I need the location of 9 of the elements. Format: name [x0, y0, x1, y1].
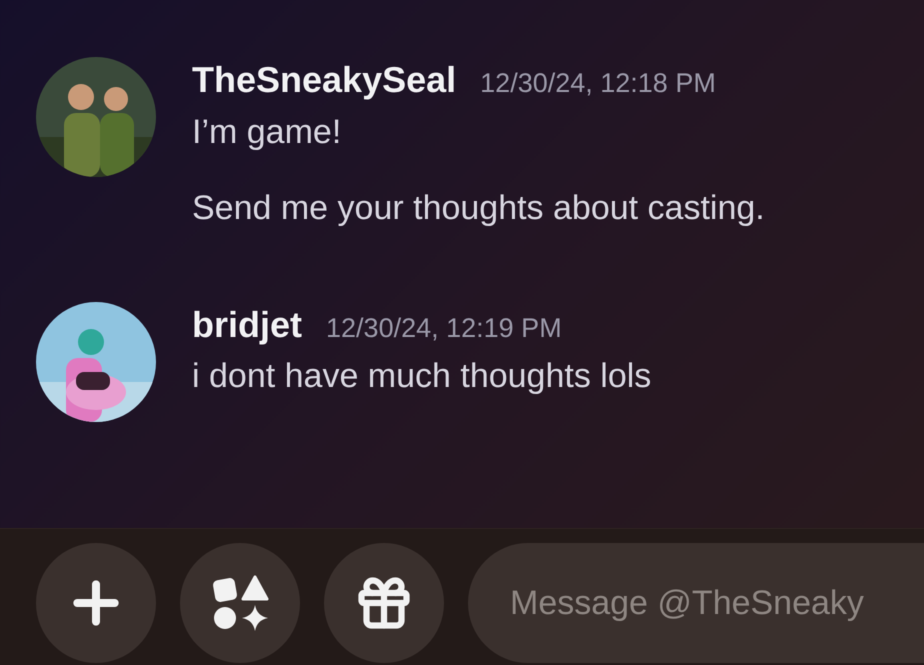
- message-text: I’m game!: [192, 112, 342, 152]
- message-field[interactable]: Message @TheSneaky: [468, 543, 924, 663]
- message-text: i dont have much thoughts lols: [192, 356, 652, 397]
- timestamp: 12/30/24, 12:19 PM: [326, 312, 562, 344]
- timestamp: 12/30/24, 12:18 PM: [480, 67, 716, 100]
- author-name[interactable]: TheSneakySeal: [192, 57, 456, 103]
- message-text: Send me your thoughts about casting.: [192, 188, 765, 228]
- apps-icon: [210, 573, 270, 633]
- author-name[interactable]: bridjet: [192, 302, 302, 348]
